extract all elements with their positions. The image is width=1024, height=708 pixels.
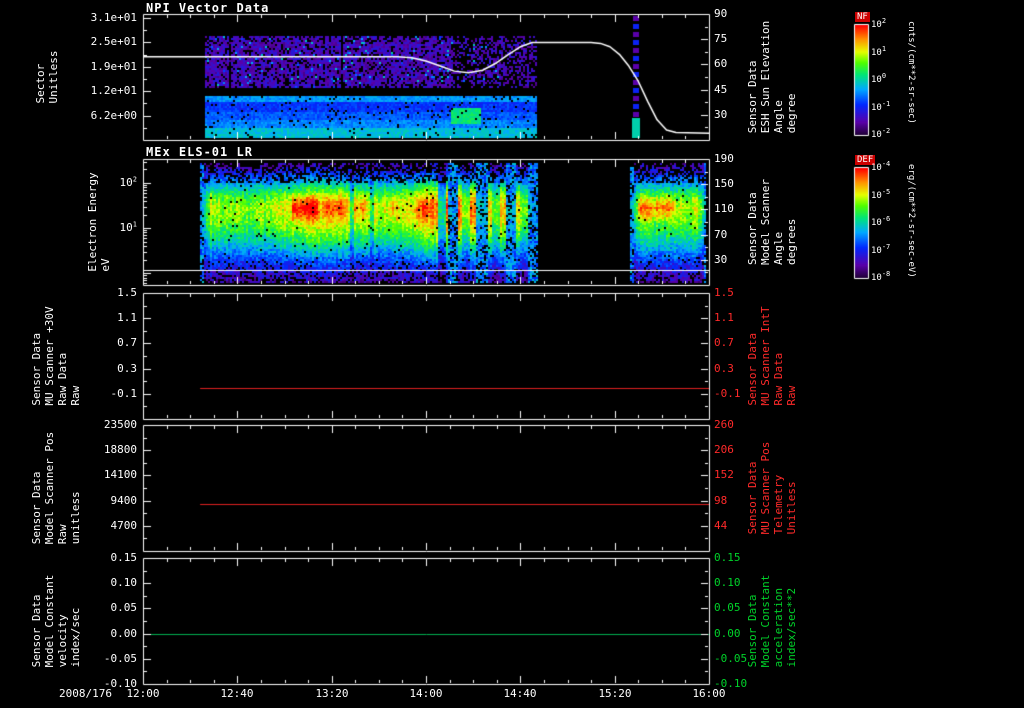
- colorbar-0-tick-2: 100: [871, 72, 887, 85]
- x-tick-label-4: 14:40: [503, 687, 537, 700]
- x-tick-label-1: 12:40: [220, 687, 254, 700]
- p1-left-tick-4: 6.2e+00: [90, 109, 137, 122]
- colorbar-0-tick-1: 101: [871, 45, 887, 58]
- x-tick-label-6: 16:00: [692, 687, 726, 700]
- p5-left-axis-label-line-0: Sensor Data: [30, 594, 43, 668]
- p5-right-axis-label-line-0: Sensor Data: [746, 594, 759, 668]
- p1-right-axis-label-line-1: ESH Sun Elevation: [759, 20, 772, 134]
- p1-right-axis-label-line-3: degree: [785, 93, 798, 134]
- p5-left-axis-label-line-2: velocity: [56, 614, 69, 668]
- p5-right-axis-label-line-2: acceleration: [772, 587, 785, 668]
- p4-left-axis-label-line-2: Raw: [56, 524, 69, 545]
- p4-left-axis-label: Sensor Data Model Scanner Pos Raw unitless: [30, 432, 82, 545]
- p2-right-tick-0: 190: [714, 152, 734, 165]
- colorbar-0-unit: cnts/(cm**2-sr-sec): [906, 21, 916, 124]
- p2-left-axis-label: Electron Energy eV: [86, 172, 112, 271]
- p3-left-axis-label: Sensor Data MU Scanner +30V Raw Data Raw: [30, 306, 82, 405]
- p1-left-axis-label: Sector Unitless: [34, 51, 60, 104]
- p5-left-axis-label-line-1: Model Constant: [43, 574, 56, 668]
- x-tick-label-0: 12:00: [126, 687, 160, 700]
- p3-right-axis-label-line-2: Raw Data: [772, 352, 785, 406]
- colorbar-0-tick-0: 102: [871, 17, 887, 30]
- p2-left-axis-label-line-1: eV: [99, 258, 112, 272]
- p1-left-axis-label-line-1: Unitless: [47, 50, 60, 104]
- p5-right-tick-0: 0.15: [714, 551, 741, 564]
- colorbar-1-tick-0: 10-4: [871, 160, 891, 173]
- p5-right-axis-label-line-1: Model Constant: [759, 574, 772, 668]
- colorbar-0-name: NF: [855, 12, 870, 22]
- colorbar-1-tick-3: 10-7: [871, 243, 891, 256]
- p2-left-axis-label-line-0: Electron Energy: [86, 172, 99, 272]
- colorbar-0-tick-4: 10-2: [871, 127, 891, 140]
- p5-right-axis-label-line-3: index/sec**2: [785, 587, 798, 668]
- p5-left-tick-0: 0.15: [110, 551, 138, 564]
- colorbar-1-unit: erg/(cm**2-sr-sec-eV): [906, 164, 916, 278]
- p1-right-axis-label-line-0: Sensor Data: [746, 60, 759, 134]
- p3-right-tick-0: 1.5: [714, 286, 734, 299]
- panel1-title: NPI Vector Data: [146, 1, 270, 15]
- p4-right-tick-0: 260: [714, 418, 734, 431]
- p5-right-axis-label: Sensor Data Model Constant acceleration ind…: [746, 575, 798, 668]
- p1-left-axis-label-line-0: Sector: [34, 63, 47, 104]
- p3-left-axis-label-line-3: Raw: [69, 385, 82, 406]
- p1-right-axis-label-line-2: Angle: [772, 100, 785, 134]
- p4-right-axis-label-line-1: MU Scanner Pos: [759, 441, 772, 535]
- p3-right-axis-label-line-0: Sensor Data: [746, 332, 759, 406]
- p4-right-axis-label-line-0: Sensor Data: [746, 461, 759, 535]
- p3-left-axis-label-line-2: Raw Data: [56, 352, 69, 406]
- panel2-title: MEx ELS-01 LR: [146, 145, 253, 159]
- plot-window: NPI Vector Data MEx ELS-01 LR 2008/176 3…: [0, 0, 1024, 708]
- p1-right-axis-label: Sensor Data ESH Sun Elevation Angle degree: [746, 21, 798, 134]
- p5-left-axis-label: Sensor Data Model Constant velocity index/s…: [30, 575, 82, 668]
- p3-left-axis-label-line-1: MU Scanner +30V: [43, 306, 56, 406]
- p4-left-axis-label-line-1: Model Scanner Pos: [43, 431, 56, 545]
- p3-left-axis-label-line-0: Sensor Data: [30, 332, 43, 406]
- colorbar-1-tick-2: 10-6: [871, 215, 891, 228]
- colorbar-0-tick-3: 10-1: [871, 100, 891, 113]
- p4-right-axis-label-line-2: Telemetry: [772, 474, 785, 535]
- p3-right-axis-label-line-1: MU Scanner IntT: [759, 306, 772, 406]
- p1-left-tick-3: 1.2e+01: [90, 84, 137, 97]
- p1-left-tick-2: 1.9e+01: [90, 60, 137, 73]
- p2-right-axis-label-line-1: Model Scanner: [759, 178, 772, 266]
- p2-right-axis-label-line-3: degrees: [785, 218, 798, 266]
- colorbar-1-tick-1: 10-5: [871, 188, 891, 201]
- p5-left-axis-label-line-3: index/sec: [69, 607, 82, 668]
- p4-left-axis-label-line-0: Sensor Data: [30, 471, 43, 545]
- p3-right-axis-label-line-3: Raw: [785, 385, 798, 406]
- p3-right-axis-label: Sensor Data MU Scanner IntT Raw Data Raw: [746, 306, 798, 405]
- p4-left-axis-label-line-3: unitless: [69, 491, 82, 545]
- x-tick-label-3: 14:00: [409, 687, 443, 700]
- p4-right-axis-label-line-3: Unitless: [785, 481, 798, 535]
- p4-left-tick-0: 23500: [103, 418, 137, 431]
- p1-right-tick-0: 90: [714, 7, 728, 20]
- p2-right-axis-label-line-2: Angle: [772, 231, 785, 266]
- p2-right-axis-label: Sensor Data Model Scanner Angle degrees: [746, 179, 798, 265]
- p1-left-tick-0: 3.1e+01: [90, 11, 137, 24]
- p2-right-axis-label-line-0: Sensor Data: [746, 192, 759, 266]
- p1-left-tick-1: 2.5e+01: [90, 35, 137, 48]
- colorbar-1-tick-4: 10-8: [871, 270, 891, 283]
- p4-right-axis-label: Sensor Data MU Scanner Pos Telemetry Unitle…: [746, 442, 798, 535]
- date-label: 2008/176: [59, 687, 112, 700]
- x-tick-label-5: 15:20: [598, 687, 632, 700]
- p3-left-tick-0: 1.5: [117, 286, 137, 299]
- x-tick-label-2: 13:20: [315, 687, 349, 700]
